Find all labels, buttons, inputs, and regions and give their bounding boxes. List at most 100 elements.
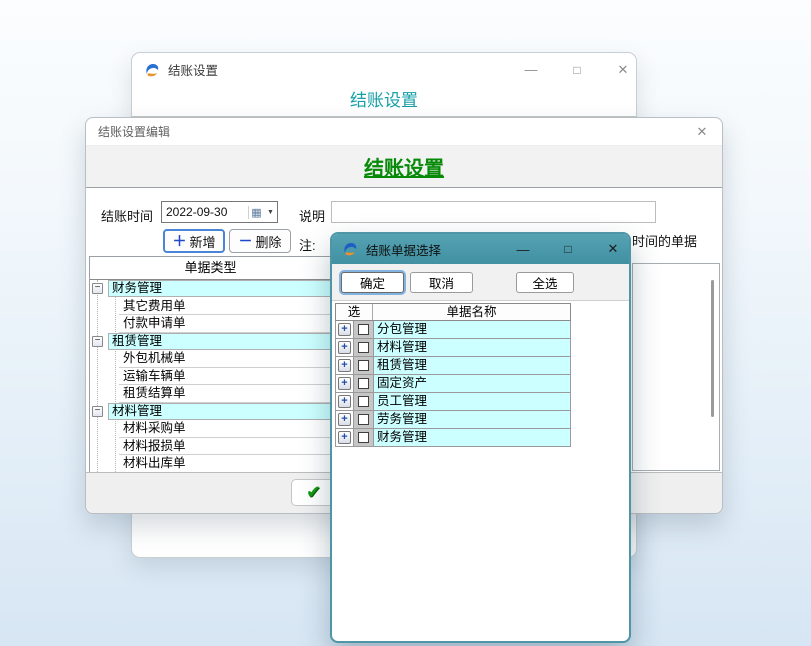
table-row[interactable]: + 劳务管理 bbox=[335, 411, 571, 429]
doc-select-rows: +分包管理+材料管理+租赁管理+固定资产+员工管理+劳务管理+财务管理 bbox=[335, 321, 571, 447]
description-input[interactable] bbox=[331, 201, 656, 223]
tree-child-label: 材料出库单 bbox=[119, 455, 331, 473]
titlebar[interactable]: 结账设置 — □ ✕ bbox=[132, 53, 636, 86]
date-value: 2022-09-30 bbox=[162, 205, 248, 219]
selected-docs-panel bbox=[632, 263, 720, 471]
tree-child-row[interactable]: 材料出库单 bbox=[90, 455, 331, 473]
tree-parent-row[interactable]: −财务管理 bbox=[90, 280, 331, 298]
ok-button[interactable]: 确定 bbox=[341, 272, 404, 293]
expand-icon[interactable]: + bbox=[338, 341, 351, 354]
doc-type-header: 单据类型 bbox=[90, 257, 331, 280]
tree-child-label: 材料报损单 bbox=[119, 438, 331, 456]
close-icon[interactable]: ✕ bbox=[688, 118, 716, 145]
checkbox-cell bbox=[353, 393, 373, 410]
maximize-icon[interactable]: □ bbox=[563, 53, 591, 86]
doc-type-tree-body: −财务管理其它费用单付款申请单−租赁管理外包机械单运输车辆单租赁结算单−材料管理… bbox=[90, 280, 331, 473]
tree-parent-label: 财务管理 bbox=[108, 280, 331, 297]
tree-child-row[interactable]: 外包机械单 bbox=[90, 350, 331, 368]
tree-child-row[interactable]: 材料采购单 bbox=[90, 420, 331, 438]
expand-cell: + bbox=[336, 357, 353, 374]
table-row[interactable]: +员工管理 bbox=[335, 393, 571, 411]
tree-child-label: 外包机械单 bbox=[119, 350, 331, 368]
expand-icon[interactable]: + bbox=[338, 323, 351, 336]
scrollbar-thumb[interactable] bbox=[711, 280, 714, 417]
page-title: 结账设置 bbox=[132, 86, 636, 117]
close-icon[interactable]: ✕ bbox=[602, 234, 624, 264]
date-label: 结账时间 bbox=[101, 206, 153, 225]
titlebar[interactable]: 结账设置编辑 ✕ bbox=[86, 118, 722, 146]
tree-child-row[interactable]: 其它费用单 bbox=[90, 298, 331, 316]
checkbox-cell bbox=[353, 321, 373, 338]
checkbox-cell bbox=[353, 375, 373, 392]
expand-cell: + bbox=[336, 411, 353, 428]
expand-icon[interactable]: + bbox=[338, 359, 351, 372]
doc-select-table: 选 单据名称 +分包管理+材料管理+租赁管理+固定资产+员工管理+劳务管理+财务… bbox=[335, 303, 571, 447]
chevron-down-icon[interactable]: ▼ bbox=[264, 209, 277, 216]
collapse-icon[interactable]: − bbox=[92, 336, 103, 347]
tree-parent-row[interactable]: −材料管理 bbox=[90, 403, 331, 421]
doc-name-cell: 固定资产 bbox=[373, 375, 570, 392]
titlebar[interactable]: 结账单据选择 — □ ✕ bbox=[332, 234, 629, 264]
row-checkbox[interactable] bbox=[358, 324, 369, 335]
dialog-toolbar: 确定 取消 全选 bbox=[332, 264, 629, 301]
tree-child-label: 材料采购单 bbox=[119, 420, 331, 438]
add-button-label: 新增 bbox=[189, 232, 215, 251]
settlement-date-picker[interactable]: 2022-09-30 ▦ ▼ bbox=[161, 201, 278, 223]
doc-name-cell: 劳务管理 bbox=[373, 411, 570, 428]
delete-button[interactable]: － 删除 bbox=[229, 229, 291, 253]
row-checkbox[interactable] bbox=[358, 432, 369, 443]
expand-cell: + bbox=[336, 429, 353, 446]
select-column-header: 选 bbox=[336, 304, 373, 320]
table-row[interactable]: +材料管理 bbox=[335, 339, 571, 357]
collapse-icon[interactable]: − bbox=[92, 406, 103, 417]
name-column-header: 单据名称 bbox=[373, 304, 570, 320]
minimize-icon[interactable]: — bbox=[517, 53, 545, 86]
delete-button-label: 删除 bbox=[255, 232, 281, 251]
app-logo-icon bbox=[144, 62, 160, 78]
row-checkbox[interactable] bbox=[358, 378, 369, 389]
tree-child-row[interactable]: 租赁结算单 bbox=[90, 385, 331, 403]
tree-child-label: 付款申请单 bbox=[119, 315, 331, 333]
add-button[interactable]: ＋ 新增 bbox=[163, 229, 225, 253]
expand-icon[interactable]: + bbox=[338, 377, 351, 390]
dialog-title: 结账单据选择 bbox=[366, 240, 441, 259]
window-title: 结账设置编辑 bbox=[98, 123, 170, 140]
minus-icon: － bbox=[238, 234, 252, 248]
doc-name-cell: 财务管理 bbox=[373, 429, 570, 446]
tree-child-label: 租赁结算单 bbox=[119, 385, 331, 403]
tree-parent-label: 租赁管理 bbox=[108, 333, 331, 350]
collapse-icon[interactable]: − bbox=[92, 283, 103, 294]
tree-child-row[interactable]: 材料报损单 bbox=[90, 438, 331, 456]
maximize-icon[interactable]: □ bbox=[557, 234, 579, 264]
checkbox-cell bbox=[353, 429, 373, 446]
tree-child-row[interactable]: 运输车辆单 bbox=[90, 368, 331, 386]
table-row[interactable]: +分包管理 bbox=[335, 321, 571, 339]
expand-icon[interactable]: + bbox=[338, 413, 351, 426]
tree-parent-row[interactable]: −租赁管理 bbox=[90, 333, 331, 351]
doc-name-cell: 租赁管理 bbox=[373, 357, 570, 374]
calendar-icon: ▦ bbox=[248, 206, 264, 219]
note-suffix: 时间的单据 bbox=[632, 231, 697, 250]
expand-cell: + bbox=[336, 321, 353, 338]
expand-cell: + bbox=[336, 375, 353, 392]
tree-child-row[interactable]: 付款申请单 bbox=[90, 315, 331, 333]
cancel-button[interactable]: 取消 bbox=[410, 272, 473, 293]
table-row[interactable]: + 固定资产 bbox=[335, 375, 571, 393]
window-title: 结账设置 bbox=[168, 60, 218, 79]
table-row[interactable]: + 租赁管理 bbox=[335, 357, 571, 375]
table-row[interactable]: + 财务管理 bbox=[335, 429, 571, 447]
close-icon[interactable]: ✕ bbox=[609, 53, 637, 86]
row-checkbox[interactable] bbox=[358, 396, 369, 407]
plus-icon: ＋ bbox=[172, 234, 186, 248]
expand-icon[interactable]: + bbox=[338, 395, 351, 408]
checkbox-cell bbox=[353, 411, 373, 428]
description-label: 说明 bbox=[299, 206, 325, 225]
row-checkbox[interactable] bbox=[358, 360, 369, 371]
row-checkbox[interactable] bbox=[358, 414, 369, 425]
expand-icon[interactable]: + bbox=[338, 431, 351, 444]
row-checkbox[interactable] bbox=[358, 342, 369, 353]
minimize-icon[interactable]: — bbox=[512, 234, 534, 264]
select-all-button[interactable]: 全选 bbox=[516, 272, 574, 293]
note-prefix: 注: bbox=[299, 235, 316, 254]
expand-cell: + bbox=[336, 339, 353, 356]
